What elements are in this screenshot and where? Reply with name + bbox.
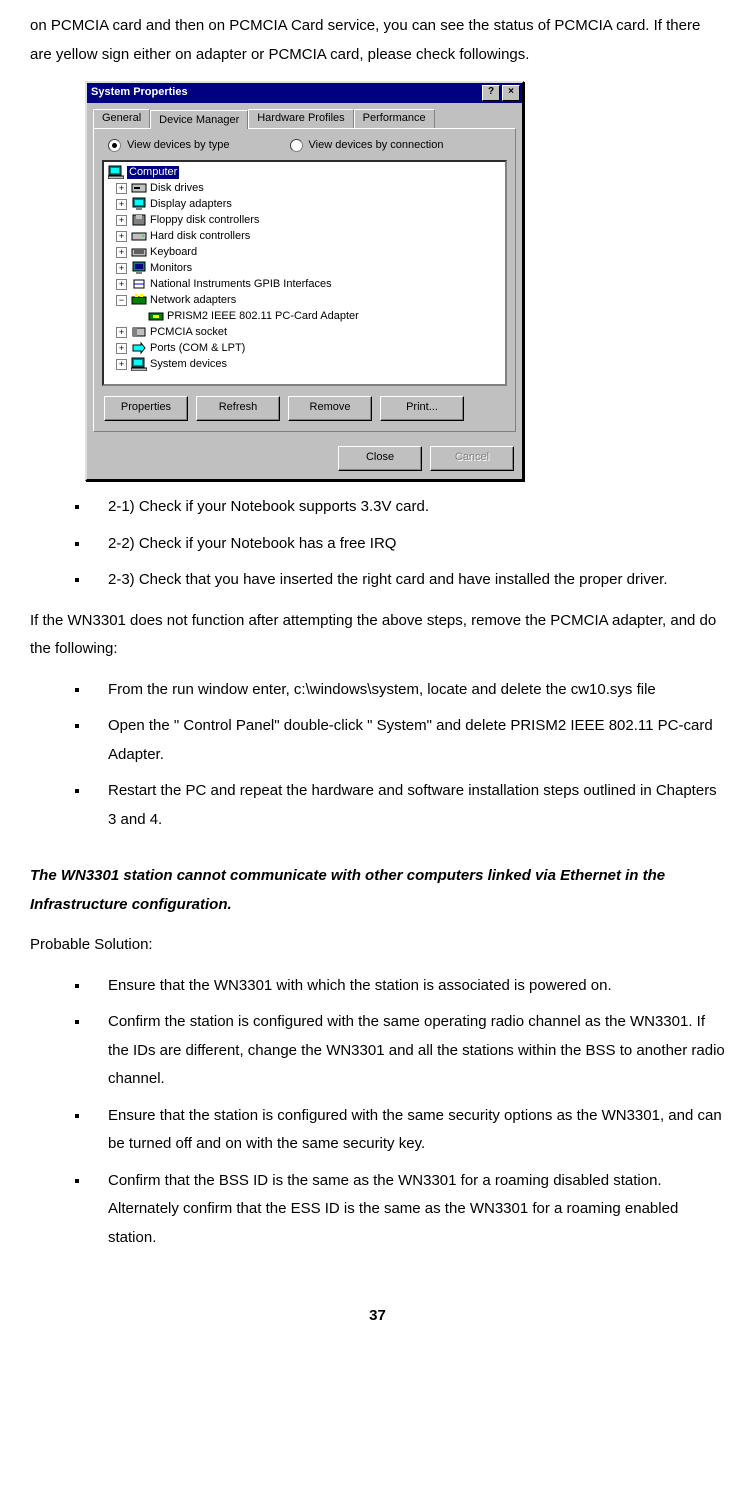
help-button[interactable]: ? (482, 85, 500, 101)
tab-page: View devices by type View devices by con… (93, 128, 516, 432)
system-icon (131, 357, 147, 371)
list-item: 2-1) Check if your Notebook supports 3.3… (90, 493, 725, 522)
tree-item[interactable]: +Monitors (106, 260, 503, 276)
expand-icon[interactable]: + (116, 343, 127, 354)
tree-item-prism-adapter[interactable]: PRISM2 IEEE 802.11 PC-Card Adapter (106, 308, 503, 324)
tree-item-network[interactable]: −Network adapters (106, 292, 503, 308)
tree-item[interactable]: +System devices (106, 356, 503, 372)
tree-root-label: Computer (127, 166, 179, 179)
disk-icon (131, 181, 147, 195)
expand-icon[interactable]: + (116, 231, 127, 242)
adapter-icon (148, 309, 164, 323)
hdd-icon (131, 229, 147, 243)
cancel-button: Cancel (430, 446, 514, 471)
gpib-icon (131, 277, 147, 291)
list-item: Ensure that the station is configured wi… (90, 1102, 725, 1159)
radio-label: View devices by connection (309, 139, 444, 152)
expand-icon[interactable]: + (116, 359, 127, 370)
computer-icon (108, 165, 124, 179)
radio-label: View devices by type (127, 139, 230, 152)
expand-icon[interactable]: + (116, 183, 127, 194)
expand-icon[interactable]: + (116, 327, 127, 338)
checklist-b: From the run window enter, c:\windows\sy… (30, 676, 725, 835)
intro-paragraph: on PCMCIA card and then on PCMCIA Card s… (30, 12, 725, 69)
refresh-button[interactable]: Refresh (196, 396, 280, 421)
radio-view-by-connection[interactable]: View devices by connection (290, 139, 444, 152)
keyboard-icon (131, 245, 147, 259)
tree-item[interactable]: +Keyboard (106, 244, 503, 260)
checklist-a: 2-1) Check if your Notebook supports 3.3… (30, 493, 725, 595)
dialog-titlebar: System Properties ? × (87, 83, 522, 103)
probable-solution-label: Probable Solution: (30, 931, 725, 960)
device-tree[interactable]: Computer +Disk drives +Display adapters … (102, 160, 507, 386)
list-item: 2-3) Check that you have inserted the ri… (90, 566, 725, 595)
collapse-icon[interactable]: − (116, 295, 127, 306)
dialog-title: System Properties (91, 86, 480, 99)
expand-icon[interactable]: + (116, 263, 127, 274)
radio-dot-icon (108, 139, 121, 152)
tab-performance[interactable]: Performance (354, 109, 435, 128)
list-item: From the run window enter, c:\windows\sy… (90, 676, 725, 705)
list-item: Ensure that the WN3301 with which the st… (90, 972, 725, 1001)
print-button[interactable]: Print... (380, 396, 464, 421)
monitor-icon (131, 261, 147, 275)
tree-item[interactable]: +National Instruments GPIB Interfaces (106, 276, 503, 292)
list-item: Open the " Control Panel" double-click "… (90, 712, 725, 769)
expand-icon[interactable]: + (116, 199, 127, 210)
list-item: Confirm the station is configured with t… (90, 1008, 725, 1094)
close-icon[interactable]: × (502, 85, 520, 101)
mid-paragraph: If the WN3301 does not function after at… (30, 607, 725, 664)
properties-button[interactable]: Properties (104, 396, 188, 421)
list-item: Restart the PC and repeat the hardware a… (90, 777, 725, 834)
checklist-c: Ensure that the WN3301 with which the st… (30, 972, 725, 1253)
pcmcia-icon (131, 325, 147, 339)
tab-strip: General Device Manager Hardware Profiles… (87, 103, 522, 128)
tree-root[interactable]: Computer (106, 164, 503, 180)
tree-item[interactable]: +PCMCIA socket (106, 324, 503, 340)
section-heading: The WN3301 station cannot communicate wi… (30, 862, 725, 919)
tree-item[interactable]: +Display adapters (106, 196, 503, 212)
expand-icon[interactable]: + (116, 215, 127, 226)
tab-general[interactable]: General (93, 109, 150, 128)
floppy-icon (131, 213, 147, 227)
close-button[interactable]: Close (338, 446, 422, 471)
tree-item[interactable]: +Hard disk controllers (106, 228, 503, 244)
display-icon (131, 197, 147, 211)
screenshot-figure: System Properties ? × General Device Man… (85, 81, 725, 481)
remove-button[interactable]: Remove (288, 396, 372, 421)
expand-icon[interactable]: + (116, 247, 127, 258)
system-properties-dialog: System Properties ? × General Device Man… (85, 81, 524, 481)
expand-icon[interactable]: + (116, 279, 127, 290)
page-number: 37 (30, 1302, 725, 1331)
network-icon (131, 293, 147, 307)
tree-item[interactable]: +Disk drives (106, 180, 503, 196)
list-item: Confirm that the BSS ID is the same as t… (90, 1167, 725, 1253)
tab-device-manager[interactable]: Device Manager (150, 110, 248, 129)
list-item: 2-2) Check if your Notebook has a free I… (90, 530, 725, 559)
ports-icon (131, 341, 147, 355)
tree-item[interactable]: +Floppy disk controllers (106, 212, 503, 228)
radio-dot-icon (290, 139, 303, 152)
tree-item[interactable]: +Ports (COM & LPT) (106, 340, 503, 356)
tab-hardware-profiles[interactable]: Hardware Profiles (248, 109, 353, 128)
radio-view-by-type[interactable]: View devices by type (108, 139, 230, 152)
